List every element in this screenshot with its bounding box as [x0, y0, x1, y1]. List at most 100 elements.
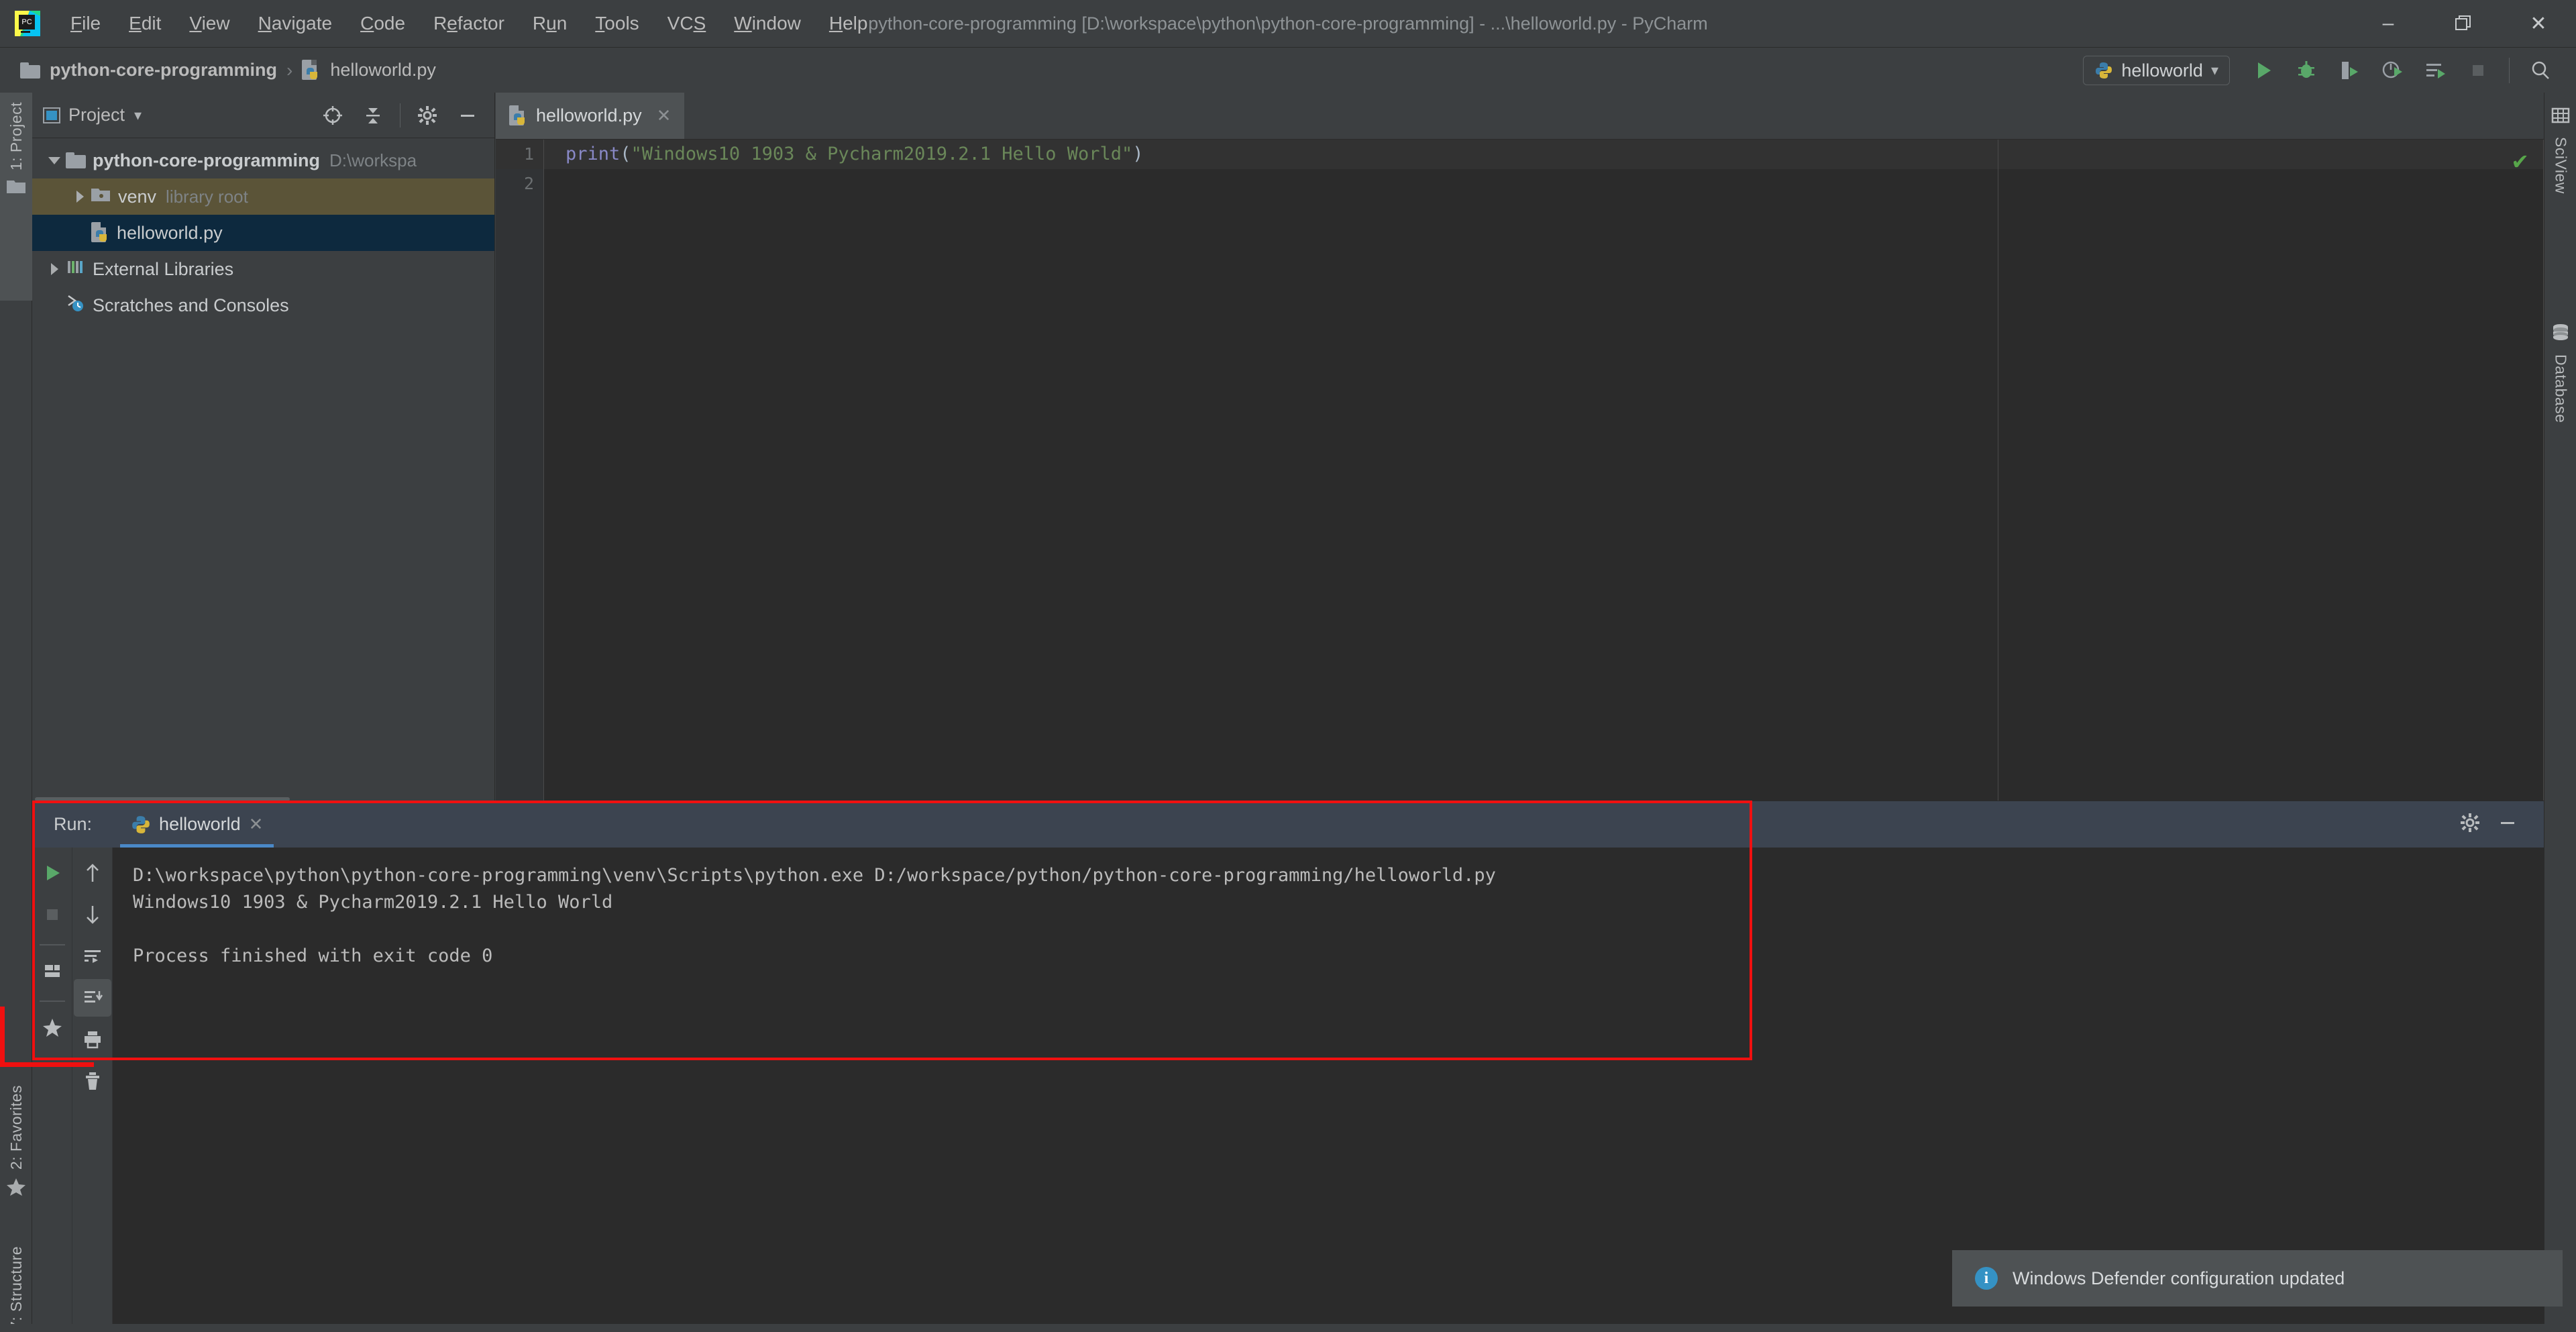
tree-item-external-libraries-label: External Libraries	[93, 258, 234, 279]
chevron-down-icon[interactable]: ▾	[134, 107, 142, 124]
info-icon: i	[1975, 1267, 1998, 1290]
code-token-string: "Windows10 1903 & Pycharm2019.2.1 Hello …	[631, 144, 1133, 164]
left-tool-strip: 1: Project 2: Favorites 7: Structure	[0, 93, 32, 1332]
run-configuration-selector[interactable]: helloworld ▾	[2083, 56, 2230, 85]
run-coverage-button[interactable]	[2331, 52, 2367, 89]
sidebar-tab-favorites-label: 2: Favorites	[7, 1085, 25, 1170]
menu-item-code[interactable]: Code	[346, 9, 419, 38]
menu-item-vcs[interactable]: VCS	[653, 9, 720, 38]
libraries-icon	[66, 258, 86, 280]
up-the-stack-button[interactable]	[74, 854, 111, 892]
run-configuration-label: helloworld	[2121, 60, 2203, 81]
breadcrumb-file-label: helloworld.py	[330, 60, 436, 80]
menu-item-window[interactable]: Window	[720, 9, 815, 38]
profile-button[interactable]	[2374, 52, 2410, 89]
code-token-paren-close: )	[1132, 144, 1144, 164]
editor-tab-label: helloworld.py	[536, 105, 642, 125]
sidebar-tab-structure[interactable]: 7: Structure	[0, 1237, 32, 1332]
sidebar-tab-database-label: Database	[2552, 354, 2570, 423]
editor-gutter: 1 2	[496, 140, 544, 801]
run-settings-button[interactable]	[2451, 804, 2489, 841]
window-controls: – ✕	[2351, 0, 2576, 47]
soft-wrap-button[interactable]	[74, 937, 111, 975]
breadcrumb-file[interactable]: helloworld.py	[302, 59, 436, 81]
close-icon[interactable]: ✕	[657, 105, 672, 126]
python-icon	[2096, 62, 2112, 79]
hide-run-panel-button[interactable]	[2489, 804, 2526, 841]
sidebar-tab-project[interactable]: 1: Project	[0, 93, 32, 301]
database-icon	[2551, 323, 2570, 345]
search-everywhere-button[interactable]	[2522, 52, 2559, 89]
sidebar-tab-sciview[interactable]: SciView	[2544, 98, 2576, 299]
locate-file-button[interactable]	[315, 98, 350, 133]
minimize-button[interactable]: –	[2351, 0, 2426, 47]
sidebar-tab-favorites[interactable]: 2: Favorites	[0, 1076, 32, 1230]
sidebar-tab-project-label: 1: Project	[7, 102, 25, 171]
python-file-icon	[302, 59, 321, 81]
inspection-status-icon[interactable]: ✔	[2511, 149, 2529, 174]
project-panel-actions	[313, 98, 494, 133]
print-button[interactable]	[74, 1021, 111, 1058]
tree-item-external-libraries[interactable]: External Libraries	[32, 251, 494, 287]
toolbar-divider	[39, 1001, 65, 1002]
run-tab-helloworld[interactable]: helloworld ✕	[120, 801, 274, 848]
code-line-1[interactable]: print("Windows10 1903 & Pycharm2019.2.1 …	[544, 140, 2544, 169]
toolbar-divider	[39, 944, 65, 945]
run-button[interactable]	[2245, 52, 2282, 89]
hide-panel-button[interactable]	[450, 98, 485, 133]
stop-process-button[interactable]	[34, 896, 71, 933]
clear-all-button[interactable]	[74, 1062, 111, 1100]
collapse-all-button[interactable]	[356, 98, 390, 133]
run-tab-label: helloworld	[159, 814, 241, 834]
expand-arrow-icon[interactable]	[68, 191, 91, 203]
console-line-output: Windows10 1903 & Pycharm2019.2.1 Hello W…	[133, 892, 613, 913]
editor-tab-helloworld[interactable]: helloworld.py ✕	[496, 93, 685, 139]
scroll-to-end-button[interactable]	[73, 979, 111, 1017]
menu-item-help[interactable]: Help	[815, 9, 882, 38]
menu-item-tools[interactable]: Tools	[581, 9, 653, 38]
pin-tab-button[interactable]	[34, 1009, 71, 1046]
run-with-parameters-button[interactable]	[2417, 52, 2453, 89]
tree-item-scratches[interactable]: Scratches and Consoles	[32, 287, 494, 323]
run-window-header: Run: helloworld ✕	[32, 801, 2544, 848]
menu-item-run[interactable]: Run	[519, 9, 581, 38]
menu-bar: File Edit View Navigate Code Refactor Ru…	[56, 9, 881, 38]
tree-item-helloworld[interactable]: helloworld.py	[32, 215, 494, 251]
tree-item-venv-label: venv	[118, 186, 157, 207]
navigation-bar: python-core-programming › helloworld.py …	[0, 47, 2576, 93]
stop-button[interactable]	[2460, 52, 2496, 89]
close-icon[interactable]: ✕	[249, 814, 264, 835]
close-button[interactable]: ✕	[2501, 0, 2576, 47]
down-the-stack-button[interactable]	[74, 896, 111, 933]
expand-arrow-icon[interactable]	[43, 263, 66, 275]
tree-item-scratches-label: Scratches and Consoles	[93, 295, 289, 315]
breadcrumb-project-label: python-core-programming	[50, 60, 278, 80]
breadcrumb-project[interactable]: python-core-programming	[20, 60, 277, 81]
line-number: 1	[496, 140, 543, 169]
restore-layout-button[interactable]	[34, 952, 71, 990]
sidebar-tab-database[interactable]: Database	[2544, 314, 2576, 535]
folder-icon	[7, 178, 25, 197]
menu-item-navigate[interactable]: Navigate	[244, 9, 347, 38]
horizontal-scrollbar-thumb[interactable]	[35, 797, 290, 801]
tree-item-venv[interactable]: venv library root	[32, 178, 494, 215]
restore-button[interactable]	[2426, 0, 2501, 47]
project-tool-window: Project ▾ python-core-programming D:\wor…	[32, 93, 495, 801]
menu-item-refactor[interactable]: Refactor	[419, 9, 519, 38]
pycharm-window: PC File Edit View Navigate Code Refactor…	[0, 0, 2576, 1332]
pycharm-logo-icon: PC	[13, 9, 42, 38]
rerun-button[interactable]	[34, 854, 71, 892]
settings-button[interactable]	[410, 98, 445, 133]
debug-button[interactable]	[2288, 52, 2324, 89]
code-editor[interactable]: print("Windows10 1903 & Pycharm2019.2.1 …	[544, 140, 2544, 801]
menu-item-file[interactable]: File	[56, 9, 115, 38]
notification-balloon[interactable]: i Windows Defender configuration updated	[1952, 1250, 2563, 1307]
expand-arrow-icon[interactable]	[43, 156, 66, 164]
menu-item-edit[interactable]: Edit	[115, 9, 175, 38]
console-line-exit: Process finished with exit code 0	[133, 945, 493, 966]
menu-item-view[interactable]: View	[175, 9, 244, 38]
svg-text:PC: PC	[21, 18, 32, 26]
tree-item-project-root[interactable]: python-core-programming D:\workspa	[32, 142, 494, 178]
code-line-2[interactable]	[544, 169, 2544, 199]
